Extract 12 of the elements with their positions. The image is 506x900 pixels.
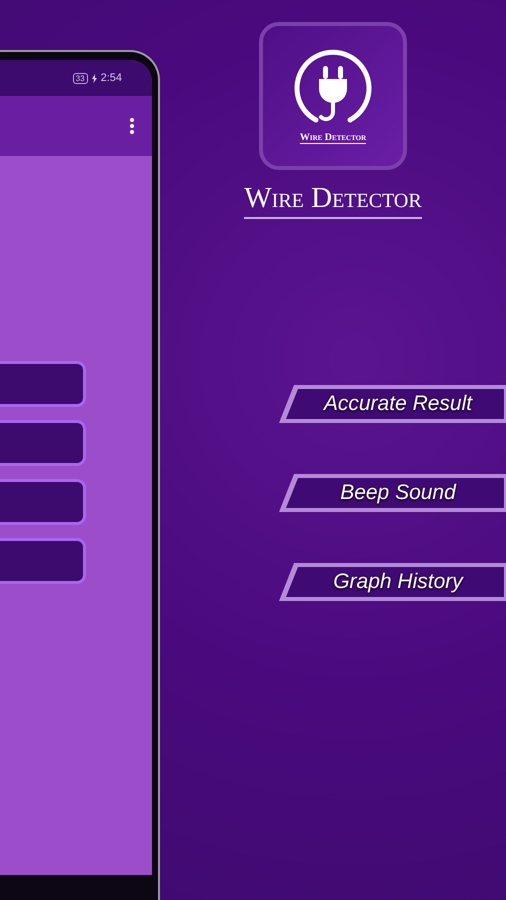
- status-time: 2:54: [100, 70, 122, 86]
- overflow-menu-icon[interactable]: [130, 118, 134, 134]
- app-icon-label: Wire Detector: [300, 132, 366, 144]
- app-title: Wire Detector: [244, 184, 422, 219]
- feature-banner: Accurate Result: [278, 384, 506, 424]
- feature-banner: Graph History: [278, 562, 506, 602]
- menu-button[interactable]: [0, 479, 86, 525]
- menu-button[interactable]: [0, 420, 86, 466]
- feature-banner: Beep Sound: [278, 473, 506, 513]
- battery-indicator: 33: [72, 72, 88, 84]
- menu-button[interactable]: [0, 538, 86, 584]
- menu-button[interactable]: [0, 361, 86, 407]
